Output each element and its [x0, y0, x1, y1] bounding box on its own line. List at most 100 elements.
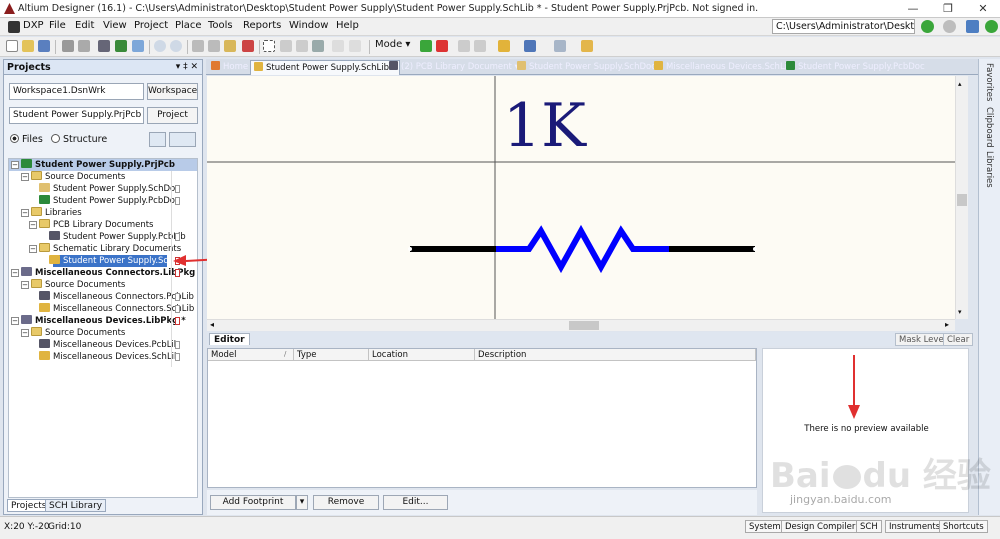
- grid-icon[interactable]: [554, 40, 566, 52]
- menu-project[interactable]: Project: [134, 20, 168, 31]
- menu-help[interactable]: Help: [336, 20, 359, 31]
- tab-sch-library[interactable]: SCH Library: [45, 499, 107, 512]
- print-icon[interactable]: [62, 40, 74, 52]
- remove-icon[interactable]: [436, 40, 448, 52]
- files-radio[interactable]: Files: [10, 134, 43, 145]
- wiring-icon[interactable]: [524, 40, 536, 52]
- workspace-button[interactable]: Workspace: [147, 83, 198, 100]
- scroll-left-icon[interactable]: ◂: [210, 320, 214, 329]
- favorite-icon[interactable]: [985, 20, 998, 33]
- view-icon[interactable]: [132, 40, 144, 52]
- tree-node-libraries[interactable]: − Libraries: [21, 207, 82, 219]
- library-icon[interactable]: [581, 40, 593, 52]
- add-icon[interactable]: [420, 40, 432, 52]
- tab-devices-schlib[interactable]: Miscellaneous Devices.SchLib: [651, 60, 795, 75]
- menu-edit[interactable]: Edit: [75, 20, 94, 31]
- menu-dxp[interactable]: DXP: [23, 20, 44, 31]
- refresh-icon[interactable]: [149, 132, 166, 147]
- tree-node-connectors-libpkg[interactable]: − Miscellaneous Connectors.LibPkg: [11, 267, 195, 279]
- column-header-location[interactable]: Location: [369, 349, 475, 361]
- menu-reports[interactable]: Reports: [243, 20, 281, 31]
- tree-node-sch-lib-docs[interactable]: − Schematic Library Documents: [29, 243, 181, 255]
- arrow-right-icon[interactable]: [474, 40, 486, 52]
- tab-pcbdoc[interactable]: Student Power Supply.PcbDoc: [783, 60, 928, 75]
- instruments-button[interactable]: Instruments: [885, 520, 945, 533]
- undo-icon[interactable]: [332, 40, 344, 52]
- component-icon[interactable]: [498, 40, 510, 52]
- scroll-down-icon[interactable]: ▾: [958, 308, 962, 316]
- select-area-icon[interactable]: [263, 40, 275, 52]
- sch-button[interactable]: SCH: [856, 520, 882, 533]
- scroll-thumb[interactable]: [957, 194, 967, 206]
- shortcuts-button[interactable]: Shortcuts: [939, 520, 988, 533]
- add-footprint-dropdown-icon[interactable]: ▾: [296, 495, 308, 510]
- tree-node-devices-pcblib[interactable]: Miscellaneous Devices.PcbLib: [39, 339, 179, 351]
- tab-schdoc[interactable]: Student Power Supply.SchDoc: [514, 60, 659, 75]
- deselect-icon[interactable]: [296, 40, 308, 52]
- forward-icon[interactable]: [943, 20, 956, 33]
- tree-node-schdoc[interactable]: Student Power Supply.SchDoc: [39, 183, 180, 195]
- tree-node-pcbdoc[interactable]: Student Power Supply.PcbDoc: [39, 195, 180, 207]
- tab-pcb-library[interactable]: (2) PCB Library Document ▾: [386, 60, 522, 75]
- rubber-stamp-icon[interactable]: [242, 40, 254, 52]
- canvas-vertical-scrollbar[interactable]: ▴ ▾: [955, 76, 968, 319]
- new-icon[interactable]: [6, 40, 18, 52]
- tree-node-devices-libpkg[interactable]: − Miscellaneous Devices.LibPkg *: [11, 315, 186, 327]
- edit-button[interactable]: Edit...: [383, 495, 448, 510]
- options-dropdown-icon[interactable]: [169, 132, 196, 147]
- clear-filter-icon[interactable]: [312, 40, 324, 52]
- tab-home[interactable]: Home: [208, 60, 251, 75]
- copy-icon[interactable]: [208, 40, 220, 52]
- menu-window[interactable]: Window: [289, 20, 328, 31]
- arrow-left-icon[interactable]: [458, 40, 470, 52]
- menu-view[interactable]: View: [103, 20, 127, 31]
- structure-radio[interactable]: Structure: [51, 134, 107, 145]
- save-icon[interactable]: [38, 40, 50, 52]
- panel-controls[interactable]: ▾ ‡ ✕: [176, 62, 198, 72]
- back-icon[interactable]: [921, 20, 934, 33]
- editor-tab[interactable]: Editor: [209, 333, 250, 345]
- tree-node-project[interactable]: − Student Power Supply.PrjPcb: [11, 159, 175, 171]
- tree-node-pcb-lib-docs[interactable]: − PCB Library Documents: [29, 219, 153, 231]
- tree-node-schlib-selected[interactable]: Student Power Supply.SchLib: [49, 255, 186, 267]
- print-preview-icon[interactable]: [78, 40, 90, 52]
- tab-clipboard[interactable]: Clipboard: [984, 107, 994, 148]
- scroll-up-icon[interactable]: ▴: [958, 80, 962, 88]
- close-button[interactable]: ✕: [970, 1, 996, 16]
- project-button[interactable]: Project: [147, 107, 198, 124]
- home-icon[interactable]: [966, 20, 979, 33]
- maximize-button[interactable]: ❐: [935, 1, 961, 16]
- tree-node-devices-schlib[interactable]: Miscellaneous Devices.SchLib: [39, 351, 179, 363]
- menu-file[interactable]: File: [49, 20, 66, 31]
- minimize-button[interactable]: —: [900, 1, 926, 16]
- open-icon[interactable]: [22, 40, 34, 52]
- tab-favorites[interactable]: Favorites: [984, 63, 994, 101]
- zoom-out-icon[interactable]: [170, 40, 182, 52]
- add-footprint-button[interactable]: Add Footprint: [210, 495, 296, 510]
- menu-tools[interactable]: Tools: [208, 20, 233, 31]
- redo-icon[interactable]: [349, 40, 361, 52]
- column-header-type[interactable]: Type: [294, 349, 369, 361]
- scroll-thumb[interactable]: [569, 321, 599, 330]
- path-combobox[interactable]: C:\Users\Administrator\Desktop\: [772, 19, 915, 34]
- workspace-combobox[interactable]: Workspace1.DsnWrk: [9, 83, 144, 100]
- schematic-canvas[interactable]: 1K: [207, 76, 955, 319]
- layers-icon[interactable]: [98, 40, 110, 52]
- mask-level-button[interactable]: Mask Level: [895, 333, 951, 346]
- tree-node-source-docs[interactable]: − Source Documents: [21, 171, 125, 183]
- mode-dropdown[interactable]: Mode ▾: [375, 39, 410, 50]
- scroll-right-icon[interactable]: ▸: [945, 320, 949, 329]
- tree-node-devices-source[interactable]: − Source Documents: [21, 327, 125, 339]
- tree-node-connectors-source[interactable]: − Source Documents: [21, 279, 125, 291]
- tree-node-pcblib[interactable]: Student Power Supply.PcbLib: [49, 231, 186, 243]
- tab-projects[interactable]: Projects: [7, 499, 51, 512]
- tab-schlib[interactable]: Student Power Supply.SchLib *: [250, 60, 400, 75]
- zoom-in-icon[interactable]: [154, 40, 166, 52]
- canvas-horizontal-scrollbar[interactable]: ◂ ▸: [207, 319, 955, 331]
- paste-icon[interactable]: [224, 40, 236, 52]
- menu-place[interactable]: Place: [175, 20, 202, 31]
- board-icon[interactable]: [115, 40, 127, 52]
- column-header-description[interactable]: Description: [475, 349, 756, 361]
- project-combobox[interactable]: Student Power Supply.PrjPcb: [9, 107, 144, 124]
- clear-button[interactable]: Clear: [943, 333, 974, 346]
